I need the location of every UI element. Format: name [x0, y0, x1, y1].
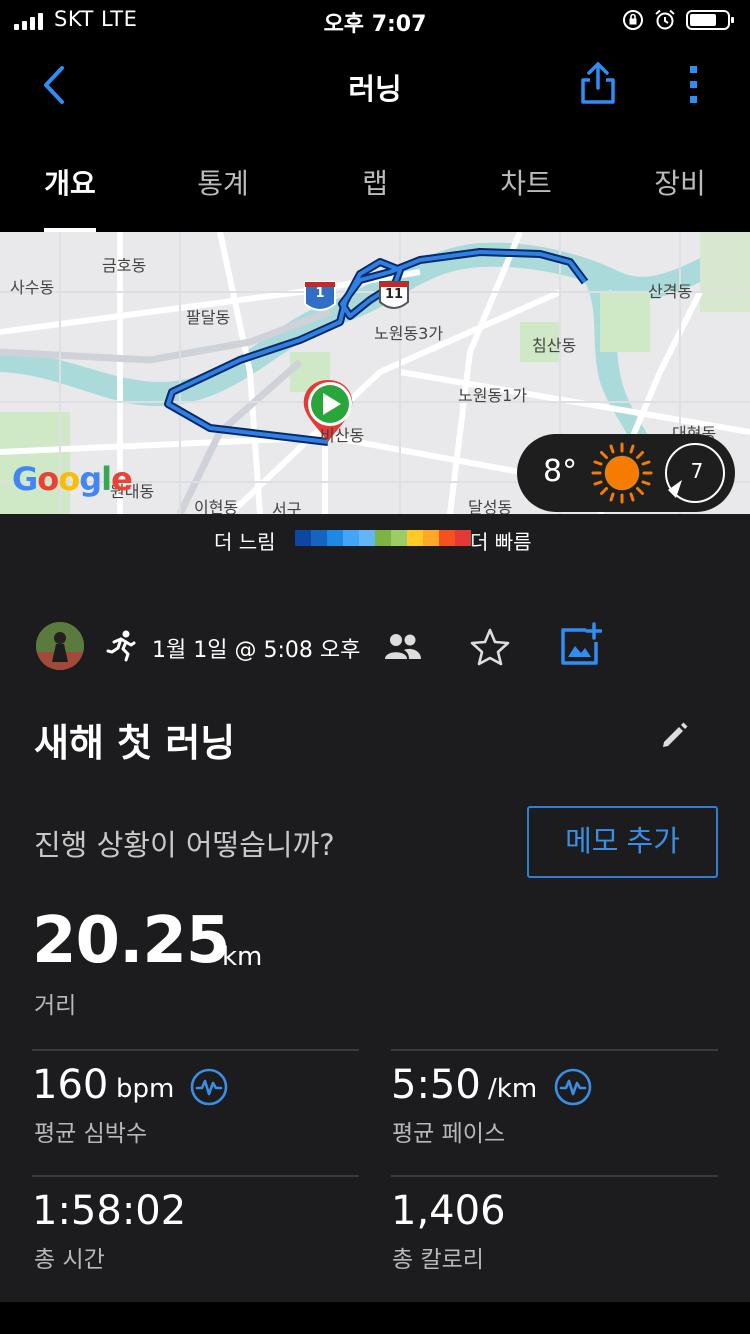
tab-laps[interactable]: 랩 — [315, 162, 435, 202]
avg-pace-unit: /km — [488, 1074, 538, 1104]
tab-bar: 개요 통계 랩 차트 장비 — [0, 130, 750, 232]
map-label: 비산동 — [320, 426, 365, 445]
pace-legend: 더 느림 더 빠름 — [0, 514, 750, 562]
distance-label: 거리 — [34, 993, 77, 1019]
more-vertical-icon[interactable] — [684, 64, 704, 106]
share-icon[interactable] — [578, 60, 618, 106]
google-logo: Google — [12, 460, 133, 498]
add-photo-icon[interactable] — [560, 622, 602, 666]
total-time-value: 1:58:02 — [32, 1188, 187, 1234]
map-label: 팔달동 — [186, 308, 231, 327]
pace-color-swatch — [295, 530, 311, 546]
activity-title: 새해 첫 러닝 — [34, 721, 236, 765]
sunny-icon — [591, 442, 653, 504]
tab-overview[interactable]: 개요 — [10, 162, 130, 202]
avatar[interactable] — [36, 622, 84, 670]
divider — [391, 1049, 718, 1051]
tab-stats[interactable]: 통계 — [163, 162, 283, 202]
map-label: 산격동 — [648, 282, 693, 301]
avg-heart-rate-label: 평균 심박수 — [34, 1121, 148, 1147]
avg-heart-rate-unit: bpm — [116, 1074, 175, 1104]
weather-badge: 8° 7 — [517, 434, 735, 512]
road-shield-11-label: 11 — [384, 287, 404, 302]
map-label: 달성동 — [468, 498, 513, 514]
map-label: 서구 — [272, 500, 302, 514]
pace-color-swatch — [343, 530, 359, 546]
bottom-strip — [0, 1302, 750, 1334]
pulse-icon[interactable] — [554, 1068, 592, 1106]
legend-fast-label: 더 빠름 — [470, 530, 532, 554]
avg-heart-rate-value: 160 — [32, 1062, 109, 1108]
pace-color-swatch — [375, 530, 391, 546]
total-time-label: 총 시간 — [34, 1247, 105, 1273]
activity-date: 1월 1일 @ 5:08 오후 — [152, 638, 361, 663]
battery-icon — [686, 10, 734, 30]
legend-slow-label: 더 느림 — [214, 530, 276, 554]
people-icon[interactable] — [384, 632, 422, 660]
status-bar: SKT LTE 오후 7:07 — [0, 0, 750, 40]
progress-prompt: 진행 상황이 어떻습니까? — [34, 828, 335, 862]
add-memo-button[interactable]: 메모 추가 — [527, 806, 718, 878]
divider — [391, 1175, 718, 1177]
distance-unit: km — [222, 942, 263, 972]
calories-label: 총 칼로리 — [392, 1247, 484, 1273]
activity-summary: 1월 1일 @ 5:08 오후 새해 첫 러닝 진행 상황이 어떻습니까? 메모… — [0, 562, 750, 1302]
orientation-lock-icon — [623, 10, 643, 30]
map-label: 노원동3가 — [374, 324, 444, 343]
map-label: 이현동 — [194, 498, 239, 514]
wind-speed: 7 — [690, 459, 704, 483]
road-shield-1-label: 1 — [315, 286, 325, 301]
pace-color-swatch — [359, 530, 375, 546]
calories-value: 1,406 — [391, 1188, 506, 1234]
tab-charts[interactable]: 차트 — [466, 162, 586, 202]
pulse-icon[interactable] — [190, 1068, 228, 1106]
page-title: 러닝 — [348, 72, 402, 106]
pace-color-swatch — [455, 530, 471, 546]
divider — [32, 1175, 359, 1177]
pace-color-scale — [295, 530, 471, 546]
pace-color-swatch — [439, 530, 455, 546]
map-label: 사수동 — [10, 278, 55, 297]
pace-color-swatch — [407, 530, 423, 546]
avg-pace-value: 5:50 — [391, 1062, 481, 1108]
nav-bar: 러닝 — [0, 40, 750, 130]
edit-icon[interactable] — [660, 720, 690, 750]
map-label: 금호동 — [102, 256, 147, 275]
map-label: 노원동1가 — [458, 386, 528, 405]
avg-pace-label: 평균 페이스 — [392, 1121, 506, 1147]
pace-color-swatch — [423, 530, 439, 546]
distance-value: 20.25 — [32, 904, 230, 978]
route-map[interactable]: 금호동 사수동 팔달동 노원동3가 산격동 침산동 노원동1가 대현동 비산동 … — [0, 232, 750, 514]
weather-temperature: 8° — [543, 454, 578, 489]
pace-color-swatch — [311, 530, 327, 546]
tab-gear[interactable]: 장비 — [620, 162, 740, 202]
alarm-icon — [655, 9, 675, 30]
star-icon[interactable] — [470, 628, 510, 666]
pace-color-swatch — [327, 530, 343, 546]
map-label: 침산동 — [532, 336, 577, 355]
divider — [32, 1049, 359, 1051]
running-icon — [106, 630, 136, 662]
pace-color-swatch — [391, 530, 407, 546]
